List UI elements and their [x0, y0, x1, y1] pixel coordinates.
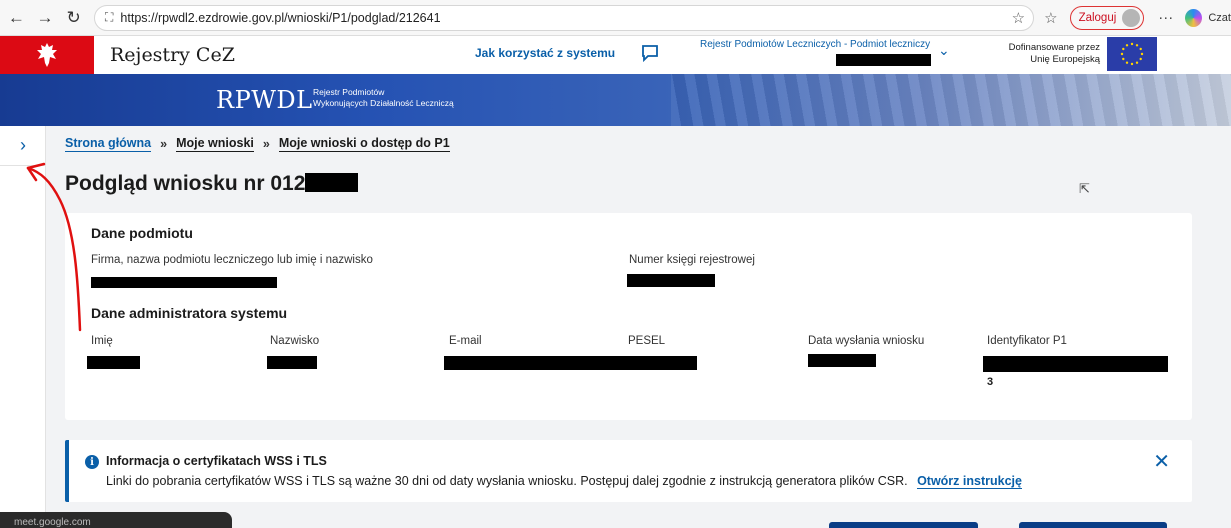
redacted-surname: [267, 356, 317, 369]
surname-label: Nazwisko: [270, 335, 320, 347]
redacted-entity-name: [836, 54, 931, 66]
more-options-icon[interactable]: ···: [1158, 9, 1173, 26]
site-title[interactable]: Rejestry CeZ: [110, 44, 235, 66]
copilot-icon[interactable]: [1185, 8, 1203, 27]
browser-toolbar: ← → ↻ ⛶ https://rpwdl2.ezdrowie.gov.pl/w…: [0, 0, 1231, 36]
annotation-arrow-icon: [26, 162, 82, 332]
login-button[interactable]: Zaloguj: [1069, 5, 1145, 30]
site-header: Rejestry CeZ Jak korzystać z systemu Rej…: [0, 36, 1231, 74]
redacted-first-name: [87, 356, 140, 369]
close-icon[interactable]: ✕: [1153, 449, 1170, 474]
eu-funding-text: Dofinansowane przez Unię Europejską: [1000, 42, 1100, 66]
breadcrumb: Strona główna » Moje wnioski » Moje wnio…: [65, 136, 450, 152]
meet-sharing-popup[interactable]: meet.google.com: [0, 512, 232, 528]
eu-funding-line2: Unię Europejską: [1030, 54, 1100, 65]
site-info-icon[interactable]: ⛶: [105, 10, 113, 25]
banner-subtitle-line1: Rejestr Podmiotów: [313, 87, 385, 97]
redacted-p1-identifier: [983, 356, 1168, 372]
action-button-1[interactable]: [829, 522, 978, 528]
breadcrumb-p1-requests[interactable]: Moje wnioski o dostęp do P1: [278, 136, 450, 152]
mouse-cursor-icon: ⇱: [1079, 181, 1090, 196]
banner-title: RPWDL: [216, 86, 313, 114]
favorite-star-icon[interactable]: ☆: [1012, 9, 1025, 27]
register-book-label: Numer księgi rejestrowej: [629, 254, 755, 266]
registry-selector[interactable]: Rejestr Podmiotów Leczniczych - Podmiot …: [700, 39, 932, 66]
eu-funding-line1: Dofinansowane przez: [1008, 42, 1100, 53]
entity-name-label: Firma, nazwa podmiotu leczniczego lub im…: [91, 254, 373, 266]
p1-identifier-label: Identyfikator P1: [987, 335, 1067, 347]
info-icon: i: [85, 455, 99, 469]
login-label: Zaloguj: [1078, 11, 1117, 24]
address-bar[interactable]: ⛶ https://rpwdl2.ezdrowie.gov.pl/wnioski…: [94, 4, 1035, 31]
banner-subtitle-line2: Wykonujących Działalność Leczniczą: [313, 98, 454, 108]
chat-icon[interactable]: [640, 43, 660, 63]
help-link[interactable]: Jak korzystać z systemu: [475, 46, 615, 60]
redacted-entity-name-value: [91, 277, 277, 288]
certificate-info-alert: i Informacja o certyfikatach WSS i TLS L…: [65, 440, 1192, 502]
banner-photo: [671, 74, 1231, 126]
favorites-icon[interactable]: ☆: [1044, 9, 1057, 27]
poland-eagle-icon: [37, 43, 57, 67]
copilot-label[interactable]: Czat: [1208, 12, 1231, 24]
submission-date-label: Data wysłania wniosku: [808, 335, 925, 347]
back-icon[interactable]: ←: [4, 5, 29, 31]
hero-banner: RPWDL Rejestr Podmiotów Wykonujących Dzi…: [0, 74, 1231, 126]
email-label: E-mail: [449, 335, 482, 347]
redacted-submission-date: [808, 354, 876, 367]
emblem-box[interactable]: [0, 36, 94, 74]
redacted-request-number: [305, 173, 358, 192]
redacted-register-book-value: [627, 274, 715, 287]
breadcrumb-separator: »: [262, 137, 270, 151]
forward-icon[interactable]: →: [33, 5, 58, 31]
entity-section-title: Dane podmiotu: [91, 225, 193, 241]
first-name-label: Imię: [91, 335, 113, 347]
breadcrumb-my-requests[interactable]: Moje wnioski: [176, 136, 254, 152]
reload-icon[interactable]: ↻: [61, 5, 86, 31]
alert-body: Linki do pobrania certyfikatów WSS i TLS…: [106, 474, 1022, 489]
action-button-2[interactable]: [1019, 522, 1167, 528]
pesel-label: PESEL: [628, 335, 666, 347]
request-details-card: Dane podmiotu Firma, nazwa podmiotu lecz…: [65, 213, 1192, 420]
redacted-email-pesel: [444, 356, 697, 370]
page-title: Podgląd wniosku nr 012: [65, 172, 306, 195]
avatar: [1122, 8, 1141, 27]
eu-flag-icon: [1107, 37, 1157, 71]
admin-section-title: Dane administratora systemu: [91, 305, 288, 321]
alert-body-text: Linki do pobrania certyfikatów WSS i TLS…: [106, 474, 908, 488]
alert-title: Informacja o certyfikatach WSS i TLS: [106, 454, 327, 468]
p1-identifier-trailing: 3: [987, 376, 994, 388]
open-instructions-link[interactable]: Otwórz instrukcję: [917, 474, 1022, 489]
chevron-down-icon[interactable]: ⌄: [938, 42, 950, 59]
registry-selector-label: Rejestr Podmiotów Leczniczych - Podmiot …: [700, 39, 931, 50]
breadcrumb-separator: »: [160, 137, 168, 151]
url-text[interactable]: https://rpwdl2.ezdrowie.gov.pl/wnioski/P…: [120, 11, 1011, 25]
meet-popup-text: meet.google.com: [14, 517, 91, 528]
banner-subtitle: Rejestr Podmiotów Wykonujących Działalno…: [313, 87, 454, 109]
